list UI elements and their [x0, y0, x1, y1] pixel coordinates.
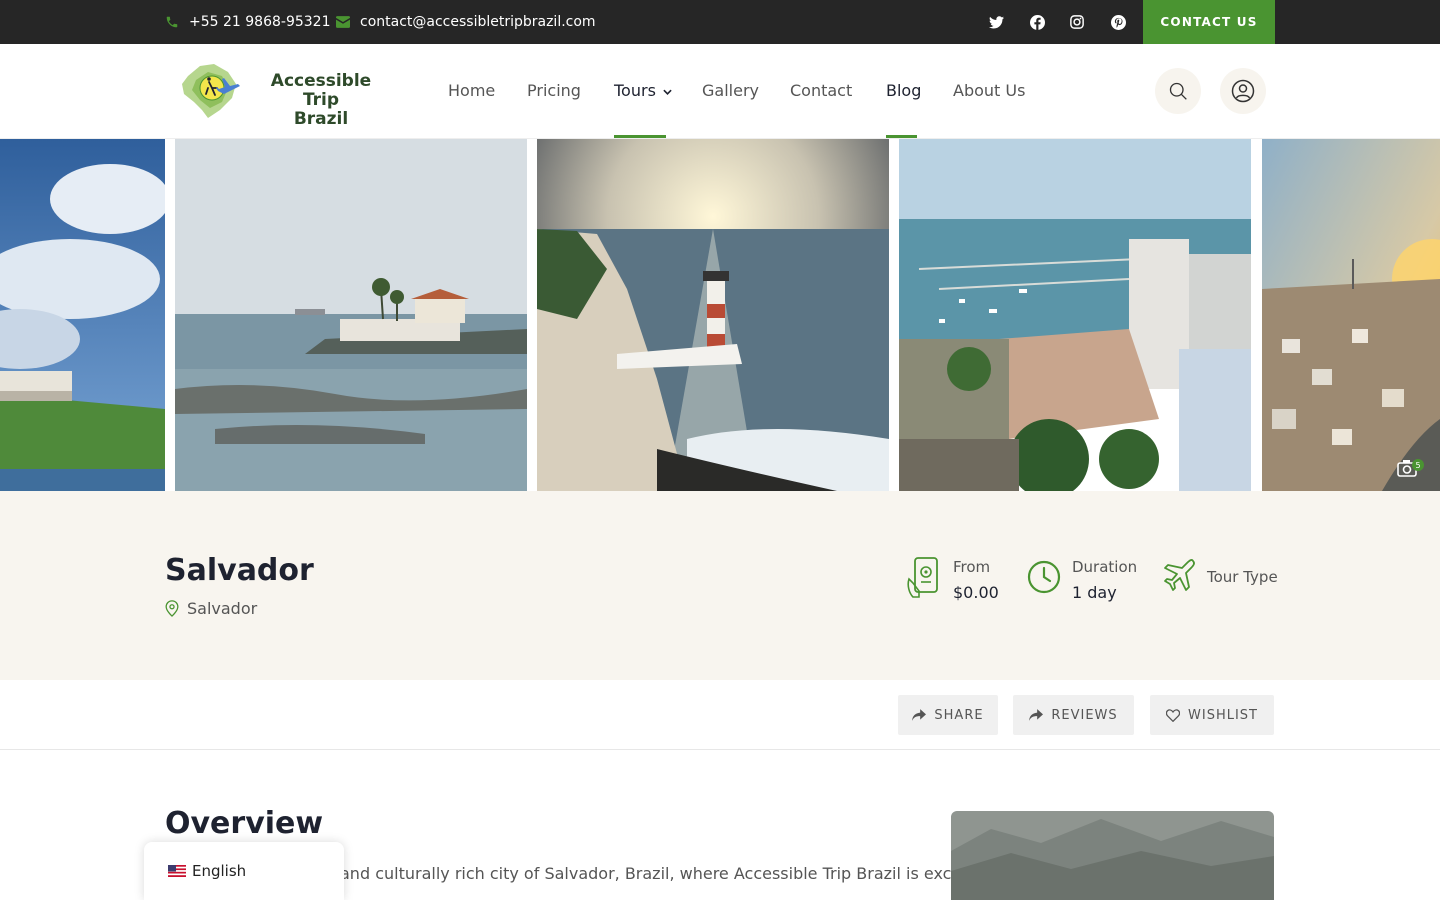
share-arrow-icon [912, 709, 927, 721]
facebook-link[interactable] [1027, 12, 1047, 32]
tour-location: Salvador [165, 599, 257, 618]
gallery-photo-4[interactable] [899, 139, 1251, 491]
harbor-city-photo [899, 139, 1251, 491]
account-button[interactable] [1220, 68, 1266, 114]
nav-item-home[interactable]: Home [448, 80, 495, 102]
airplane-icon [1164, 559, 1195, 591]
email-link[interactable]: contact@accessibletripbrazil.com [336, 0, 596, 44]
envelope-icon [336, 16, 350, 28]
from-label: From [953, 558, 991, 576]
reviews-button[interactable]: REVIEWS [1013, 695, 1134, 735]
search-button[interactable] [1155, 68, 1201, 114]
email-address: contact@accessibletripbrazil.com [360, 14, 596, 30]
sunset-city-photo [1262, 139, 1440, 491]
nav-item-gallery[interactable]: Gallery [702, 80, 759, 102]
tour-info-band: Salvador Salvador From $0.00 Duration 1 … [0, 491, 1440, 680]
photo-count-badge: 5 [1412, 459, 1424, 471]
logo-line-2: Brazil [293, 109, 349, 129]
from-price: $0.00 [953, 583, 999, 602]
logo-text: Accessible Trip Brazil [256, 72, 386, 129]
nav-item-contact[interactable]: Contact [790, 80, 852, 102]
phone-link[interactable]: +55 21 9868-95321 [165, 0, 330, 44]
duration-value: 1 day [1072, 583, 1117, 602]
twitter-link[interactable] [986, 12, 1006, 32]
lighthouse-photo [537, 139, 889, 491]
pinterest-link[interactable] [1108, 12, 1128, 32]
facebook-icon [1029, 14, 1045, 30]
tour-location-text: Salvador [187, 599, 258, 618]
phone-number: +55 21 9868-95321 [189, 14, 331, 30]
mountain-photo [951, 811, 1274, 900]
nav-item-tours-label: Tours [614, 81, 656, 100]
search-icon [1169, 82, 1187, 100]
us-flag-icon [168, 865, 186, 877]
reply-arrow-icon [1029, 709, 1044, 721]
wishlist-button[interactable]: WISHLIST [1150, 695, 1274, 735]
instagram-link[interactable] [1067, 12, 1087, 32]
nav-item-tours[interactable]: Tours [614, 80, 672, 102]
gallery-photo-2[interactable] [175, 139, 527, 491]
overview-heading: Overview [165, 806, 324, 841]
overview-text: and culturally rich city of Salvador, Br… [340, 864, 983, 883]
fort-photo [0, 139, 165, 491]
share-button[interactable]: SHARE [898, 695, 998, 735]
nav-item-pricing[interactable]: Pricing [527, 80, 581, 102]
heart-icon [1166, 708, 1180, 722]
tour-type-label: Tour Type [1207, 568, 1278, 586]
pinterest-icon [1110, 14, 1126, 30]
chevron-down-icon [663, 89, 672, 95]
instagram-icon [1070, 15, 1084, 29]
phone-icon [166, 16, 178, 28]
tour-title: Salvador [165, 553, 314, 588]
top-bar: +55 21 9868-95321 contact@accessibletrip… [0, 0, 1440, 44]
sea-fort-photo [175, 139, 527, 491]
gallery-photo-3[interactable] [537, 139, 889, 491]
tour-actions: SHARE REVIEWS WISHLIST [0, 680, 1440, 750]
logo-line-1: Accessible Trip [270, 71, 372, 110]
wishlist-label: WISHLIST [1188, 707, 1258, 723]
clock-icon [1027, 560, 1061, 594]
user-icon [1231, 79, 1255, 103]
mobile-location-icon [907, 557, 938, 598]
reviews-label: REVIEWS [1051, 707, 1118, 723]
language-selector[interactable]: English [144, 842, 344, 900]
tours-active-indicator [614, 135, 666, 138]
location-pin-icon [165, 600, 179, 617]
twitter-icon [988, 15, 1004, 28]
sidebar-mountain-image [951, 811, 1274, 900]
brazil-map-logo-icon [182, 64, 240, 118]
gallery-photo-1[interactable] [0, 139, 165, 491]
blog-active-indicator [886, 135, 917, 138]
nav-item-about-us[interactable]: About Us [953, 80, 1025, 102]
duration-label: Duration [1072, 558, 1138, 576]
contact-us-button[interactable]: CONTACT US [1143, 0, 1275, 44]
share-label: SHARE [934, 707, 984, 723]
gallery-photo-5[interactable] [1262, 139, 1440, 491]
tour-gallery: 5 [0, 139, 1440, 491]
main-header: Accessible Trip Brazil Home Pricing Tour… [0, 44, 1440, 139]
language-label: English [192, 862, 247, 880]
site-logo[interactable]: Accessible Trip Brazil [178, 60, 388, 129]
nav-item-blog[interactable]: Blog [886, 80, 921, 102]
